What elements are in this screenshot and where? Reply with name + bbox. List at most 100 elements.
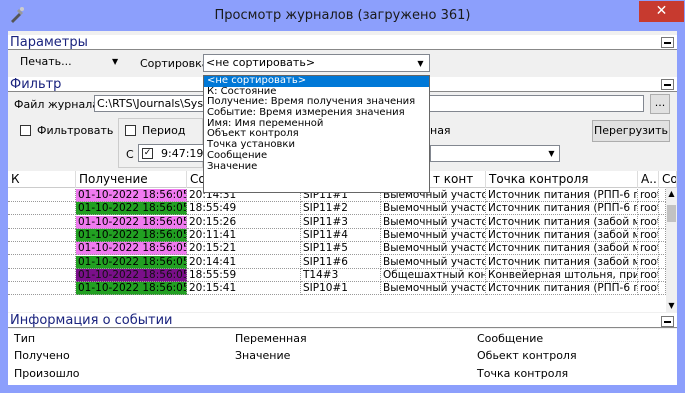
window-frame-right: [677, 31, 685, 393]
table-cell: [659, 268, 666, 282]
scroll-down-icon[interactable]: ▼: [666, 300, 677, 312]
table-cell: Источник питания (забой мон: [486, 242, 638, 256]
table-cell: 20:15:21: [187, 242, 301, 256]
col-addr[interactable]: А...: [638, 171, 659, 188]
table-cell: 01-10-2022 18:56:05: [76, 255, 187, 269]
table-cell: SIP11#2: [301, 202, 381, 216]
info-value-label: Значение: [235, 349, 291, 362]
table-cell: [8, 255, 76, 269]
table-cell: [8, 242, 76, 256]
table-cell: [8, 189, 76, 202]
sort-option[interactable]: Сообщение: [204, 150, 429, 162]
table-cell: [8, 215, 76, 229]
table-row[interactable]: 01-10-2022 18:56:05 20:11:41 SIP11#4 Выемоч…: [8, 228, 666, 242]
table-cell: SIP10#1: [301, 282, 381, 296]
col-received[interactable]: Получение: [76, 171, 187, 188]
table-cell: 20:14:41: [187, 255, 301, 269]
table-cell: [659, 189, 666, 202]
table-cell: [8, 228, 76, 242]
info-occurred-label: Произошло: [14, 367, 80, 380]
sort-dropdown-items: <не сортировать> К: Состояние Получение: В…: [204, 75, 429, 173]
table-cell: 18:55:49: [187, 202, 301, 216]
table-cell: Источник питания (забой мон: [486, 215, 638, 229]
table-cell: 01-10-2022 18:56:05: [76, 215, 187, 229]
info-object-label: Обьект контроля: [477, 349, 577, 362]
table-cell: root: [638, 282, 659, 296]
journal-path-value: C:\RTS\Journals\Syst: [97, 97, 208, 110]
table-cell: 01-10-2022 18:56:05: [76, 228, 187, 242]
col-object[interactable]: т конт: [430, 171, 486, 188]
params-collapse-button[interactable]: [661, 37, 674, 48]
table-cell: root: [638, 202, 659, 216]
table-cell: SIP11#4: [301, 228, 381, 242]
table-cell: root: [638, 228, 659, 242]
info-point-label: Точка контроля: [477, 367, 569, 380]
info-collapse-button[interactable]: [661, 316, 674, 327]
table-cell: root: [638, 255, 659, 269]
table-row[interactable]: 01-10-2022 18:56:05 18:55:59 T14#3 Общешахт…: [8, 268, 666, 282]
table-cell: [8, 202, 76, 216]
table-cell: 01-10-2022 18:56:05: [76, 202, 187, 216]
table-row[interactable]: 01-10-2022 18:56:05 20:14:41 SIP11#6 Выемоч…: [8, 255, 666, 269]
table-cell: Выемочный участок: [381, 228, 486, 242]
reload-button[interactable]: Перегрузить: [592, 120, 670, 142]
params-header-label: Параметры: [10, 35, 88, 50]
col-point[interactable]: Точка контроля: [486, 171, 638, 188]
table-cell: [659, 255, 666, 269]
table-cell: [659, 215, 666, 229]
filter-select[interactable]: ▼: [430, 145, 560, 162]
table-cell: Источник питания (забой мон: [486, 255, 638, 269]
grid-scrollbar[interactable]: ▲ ▼: [666, 188, 677, 312]
window-close-button[interactable]: ✕: [639, 1, 684, 22]
period-checkbox[interactable]: [125, 125, 136, 136]
partial-label: ная: [430, 124, 451, 137]
print-button[interactable]: Печать... ▼: [11, 54, 131, 72]
info-type-label: Тип: [14, 332, 36, 345]
table-cell: SIP11#3: [301, 215, 381, 229]
scroll-up-icon[interactable]: ▲: [666, 188, 677, 200]
sort-dropdown-list: <не сортировать> К: Состояние Получение: В…: [203, 75, 430, 193]
browse-button[interactable]: ...: [650, 94, 670, 114]
info-message-label: Сообщение: [477, 332, 544, 345]
table-cell: [659, 242, 666, 256]
sort-select[interactable]: <не сортировать> ▼: [203, 54, 430, 72]
col-k[interactable]: К: [8, 171, 76, 188]
window-title: Просмотр журналов (загружено 361): [214, 8, 471, 23]
from-time-checkbox[interactable]: ✓: [142, 148, 153, 159]
table-row[interactable]: 01-10-2022 18:56:05 20:15:26 SIP11#3 Выемоч…: [8, 215, 666, 229]
period-label: Период: [142, 124, 186, 137]
table-row[interactable]: 01-10-2022 18:56:05 18:55:49 SIP11#2 Выемоч…: [8, 202, 666, 216]
filter-checkbox[interactable]: [20, 125, 31, 136]
window-frame-bottom: [0, 385, 685, 393]
table-row[interactable]: 01-10-2022 18:56:05 20:15:41 SIP10#1 Выемоч…: [8, 282, 666, 296]
table-cell: 01-10-2022 18:56:05: [76, 268, 187, 282]
table-cell: 20:15:26: [187, 215, 301, 229]
print-dropdown-icon: ▼: [112, 57, 119, 66]
table-cell: root: [638, 215, 659, 229]
table-cell: Выемочный участок: [381, 215, 486, 229]
table-cell: Источник питания (РПП-6 гор: [486, 189, 638, 202]
filter-header-label: Фильтр: [10, 77, 62, 92]
table-row[interactable]: 01-10-2022 18:56:05 20:15:21 SIP11#5 Выемоч…: [8, 242, 666, 256]
table-cell: T14#3: [301, 268, 381, 282]
table-cell: SIP11#6: [301, 255, 381, 269]
info-panel: [8, 329, 677, 385]
chevron-down-icon: ▼: [417, 59, 424, 68]
scroll-thumb[interactable]: [667, 205, 676, 222]
table-cell: Выемочный участок: [381, 282, 486, 296]
col-extra[interactable]: Со: [659, 171, 677, 188]
table-cell: 18:55:59: [187, 268, 301, 282]
table-cell: Выемочный участок: [381, 202, 486, 216]
from-time-field[interactable]: ✓ 9:47:19: [138, 144, 208, 162]
table-cell: Выемочный участок: [381, 242, 486, 256]
info-variable-label: Переменная: [235, 332, 307, 345]
table-cell: Источник питания (забой мон: [486, 228, 638, 242]
params-header: Параметры: [8, 35, 677, 50]
table-cell: root: [638, 189, 659, 202]
info-header-label: Информация о событии: [10, 313, 173, 328]
filter-collapse-button[interactable]: [661, 79, 674, 90]
journal-label: Файл журнала: [14, 98, 99, 111]
table-cell: [8, 282, 76, 296]
filter-select-chevron-icon: ▼: [548, 149, 555, 158]
sort-option[interactable]: Значение: [204, 161, 429, 173]
